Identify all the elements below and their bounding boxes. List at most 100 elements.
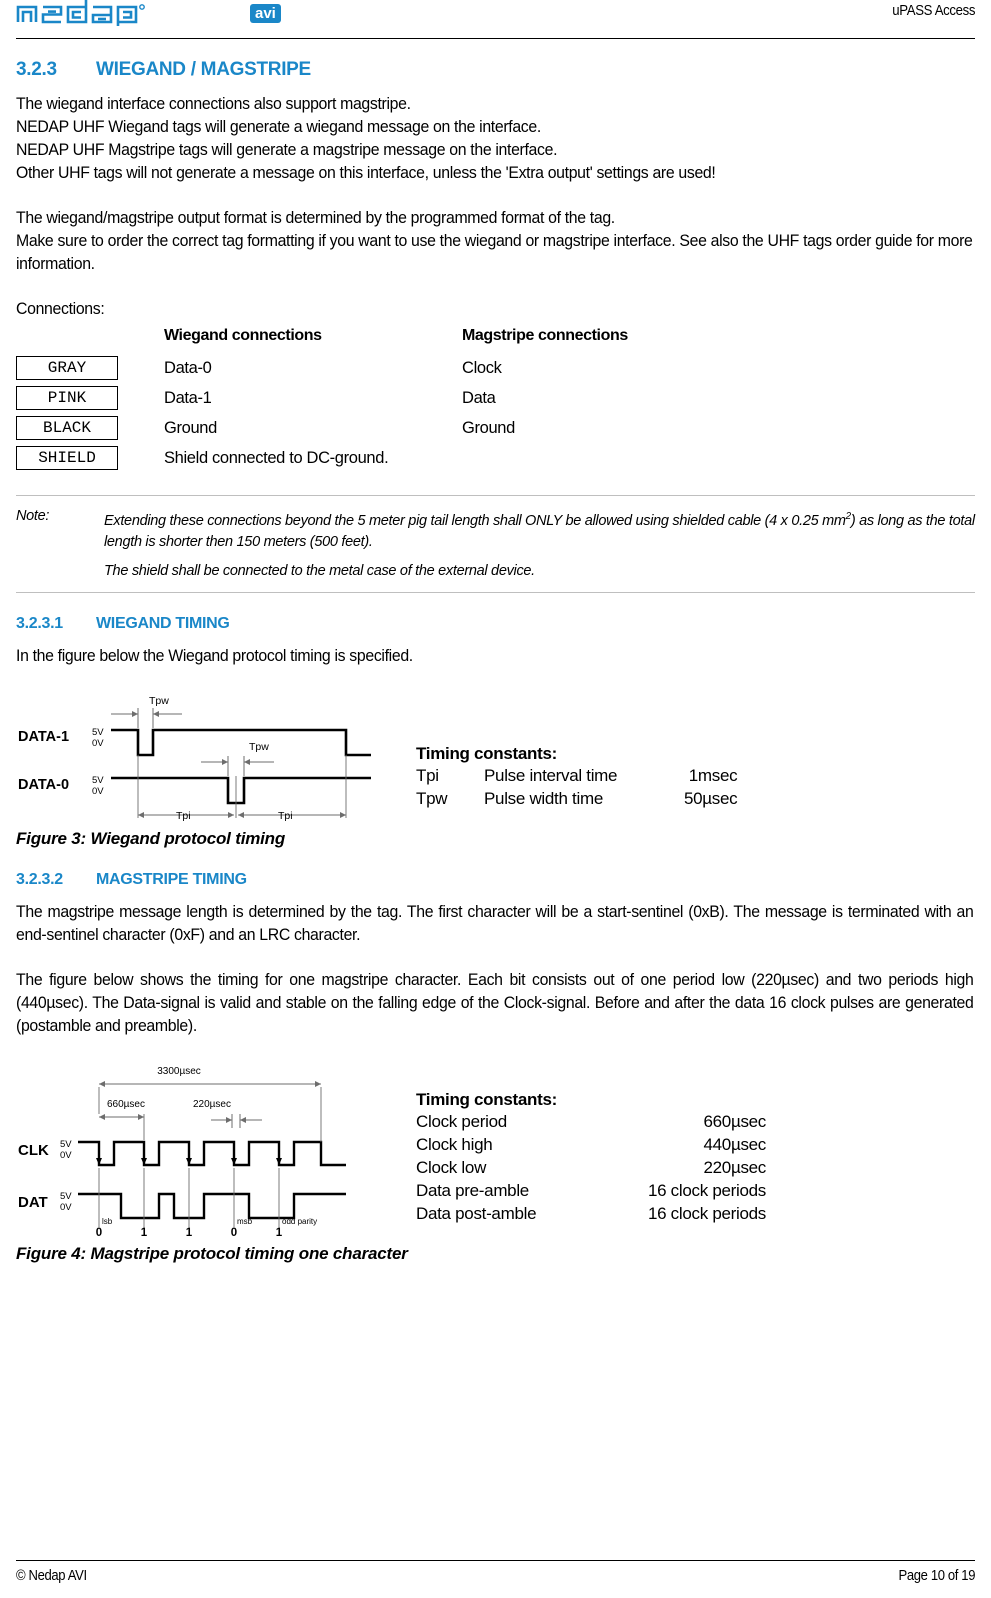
format-line-2: Make sure to order the correct tag forma… <box>16 232 973 273</box>
constant-description: Clock high <box>416 1134 493 1154</box>
constant-value: 1msec <box>688 765 738 785</box>
note-divider-top <box>16 495 975 496</box>
wiegand-figure-row: Tpw DATA-1 5V 0V Tpw DATA-0 5V 0V Tpi Tp… <box>16 682 975 827</box>
constant-description: Clock low <box>416 1157 487 1177</box>
format-line-1: The wiegand/magstripe output format is d… <box>16 209 615 227</box>
span-low-label: 220µsec <box>193 1099 231 1110</box>
note-line-2: The shield shall be connected to the met… <box>104 562 535 579</box>
wire-cell: SHIELD <box>16 443 164 473</box>
level-high-data0: 5V <box>92 775 104 786</box>
magstripe-diagram-container: 3300µsec 660µsec 220µsec CLK 5V 0V DAT 5… <box>16 1052 416 1242</box>
page-header: avi uPASS Access <box>16 0 975 32</box>
constant-value: 16 clock periods <box>647 1203 766 1223</box>
wiegand-function: Ground <box>164 418 217 437</box>
magstripe-function: Clock <box>462 358 502 377</box>
heading-number: 3.2.3 <box>16 59 57 80</box>
header-divider <box>16 38 975 39</box>
magstripe-function: Ground <box>462 418 515 437</box>
level-high-data1: 5V <box>92 727 104 738</box>
waveform-data1 <box>111 728 371 757</box>
table-row: BLACK Ground Ground <box>16 413 628 443</box>
constant-symbol: Tpi <box>416 765 439 785</box>
header-magstripe: Magstripe connections <box>462 327 628 344</box>
heading-wiegand-timing: 3.2.3.1 WIEGAND TIMING <box>16 615 975 633</box>
footer-page-number: Page 10 of 19 <box>898 1568 975 1584</box>
bit-value-0: 0 <box>96 1227 102 1237</box>
tpi-label-right: Tpi <box>278 810 293 822</box>
heading-wiegand-magstripe: 3.2.3 WIEGAND / MAGSTRIPE <box>16 59 975 81</box>
intro-line-2: NEDAP UHF Wiegand tags will generate a w… <box>16 118 541 136</box>
tpi-label-left: Tpi <box>176 810 191 822</box>
heading-text: WIEGAND / MAGSTRIPE <box>96 59 311 80</box>
magstripe-timing-waveform-diagram: 3300µsec 660µsec 220µsec CLK 5V 0V DAT 5… <box>18 1066 346 1239</box>
wiegand-diagram-container: Tpw DATA-1 5V 0V Tpw DATA-0 5V 0V Tpi Tp… <box>16 682 416 827</box>
header-wire <box>16 327 164 353</box>
tpw-label-data0: Tpw <box>249 741 269 753</box>
table-header-row: Wiegand connections Magstripe connection… <box>16 327 628 353</box>
heading-text: MAGSTRIPE TIMING <box>96 870 247 888</box>
page-footer: © Nedap AVI Page 10 of 19 <box>16 1560 975 1584</box>
document-page: avi uPASS Access 3.2.3 WIEGAND / MAGSTRI… <box>0 0 991 1598</box>
wire-label-shield: SHIELD <box>16 446 118 470</box>
figure-3-caption: Figure 3: Wiegand protocol timing <box>16 828 286 848</box>
signal-label-data0: DATA-0 <box>18 777 69 793</box>
connections-gap <box>16 276 975 298</box>
signal-label-dat: DAT <box>18 1194 48 1211</box>
figure-4-caption: Figure 4: Magstripe protocol timing one … <box>16 1243 408 1263</box>
magstripe-paragraph-1: The magstripe message length is determin… <box>16 902 974 944</box>
wiegand-function: Data-1 <box>164 388 212 407</box>
level-high-clk: 5V <box>60 1139 72 1150</box>
wire-label-gray: GRAY <box>16 356 118 380</box>
table-row: PINK Data-1 Data <box>16 383 628 413</box>
magstripe-figure-row: 3300µsec 660µsec 220µsec CLK 5V 0V DAT 5… <box>16 1052 975 1242</box>
timing-constants-title: Timing constants: <box>416 1089 557 1109</box>
constant-row: Tpw Pulse width time 50µsec <box>416 788 738 811</box>
wiegand-function: Data-0 <box>164 358 212 377</box>
magstripe-function <box>462 443 628 473</box>
heading-text: WIEGAND TIMING <box>96 614 230 632</box>
magstripe-function: Data <box>462 388 496 407</box>
level-high-dat: 5V <box>60 1191 72 1202</box>
heading-magstripe-timing: 3.2.3.2 MAGSTRIPE TIMING <box>16 871 975 889</box>
bit-value-3: 0 <box>231 1227 237 1237</box>
constant-value: 50µsec <box>684 788 738 808</box>
bit-label-msb: msb <box>237 1217 253 1226</box>
magstripe-timing-constants: Timing constants: Clock period 660µsec C… <box>416 1052 766 1226</box>
constant-row: Clock period 660µsec <box>416 1111 766 1134</box>
note-block: Note: Extending these connections beyond… <box>16 506 975 582</box>
magstripe-paragraph-2: The figure below shows the timing for on… <box>16 970 974 1035</box>
constant-description: Clock period <box>416 1111 507 1131</box>
intro-line-3: NEDAP UHF Magstripe tags will generate a… <box>16 141 558 159</box>
intro-line-1: The wiegand interface connections also s… <box>16 95 411 113</box>
waveform-dat <box>78 1192 346 1220</box>
wiegand-function: Shield connected to DC-ground. <box>164 448 389 467</box>
waveform-data0 <box>111 776 371 805</box>
note-label: Note: <box>16 508 50 524</box>
signal-label-clk: CLK <box>18 1142 49 1159</box>
nedap-avi-logo: avi <box>16 0 281 26</box>
bit-value-1: 1 <box>141 1227 148 1237</box>
wiegand-constants-table: Tpi Pulse interval time 1msec Tpw Pulse … <box>416 765 738 811</box>
constant-row: Data pre-amble 16 clock periods <box>416 1180 766 1203</box>
level-low-dat: 0V <box>60 1202 72 1213</box>
bit-label-odd-parity: odd parity <box>282 1217 317 1226</box>
span-total-label: 3300µsec <box>157 1066 201 1077</box>
signal-label-data1: DATA-1 <box>18 729 69 745</box>
wiegand-timing-waveform-diagram: Tpw DATA-1 5V 0V Tpw DATA-0 5V 0V Tpi Tp… <box>18 695 371 822</box>
note-divider-bottom <box>16 591 975 593</box>
timing-constants-title: Timing constants: <box>416 743 557 763</box>
level-low-clk: 0V <box>60 1150 72 1161</box>
wire-cell: BLACK <box>16 413 164 443</box>
intro-paragraph: The wiegand interface connections also s… <box>16 93 973 185</box>
footer-row: © Nedap AVI Page 10 of 19 <box>16 1568 975 1584</box>
constant-description: Data pre-amble <box>416 1180 529 1200</box>
table-row: SHIELD Shield connected to DC-ground. <box>16 443 628 473</box>
bit-value-4: 1 <box>276 1227 283 1237</box>
heading-number: 3.2.3.1 <box>16 614 63 632</box>
wire-label-pink: PINK <box>16 386 118 410</box>
magstripe-paragraph-gap <box>16 947 975 969</box>
wire-cell: PINK <box>16 383 164 413</box>
wiegand-timing-intro: In the figure below the Wiegand protocol… <box>16 646 413 665</box>
constant-value: 220µsec <box>703 1157 766 1177</box>
